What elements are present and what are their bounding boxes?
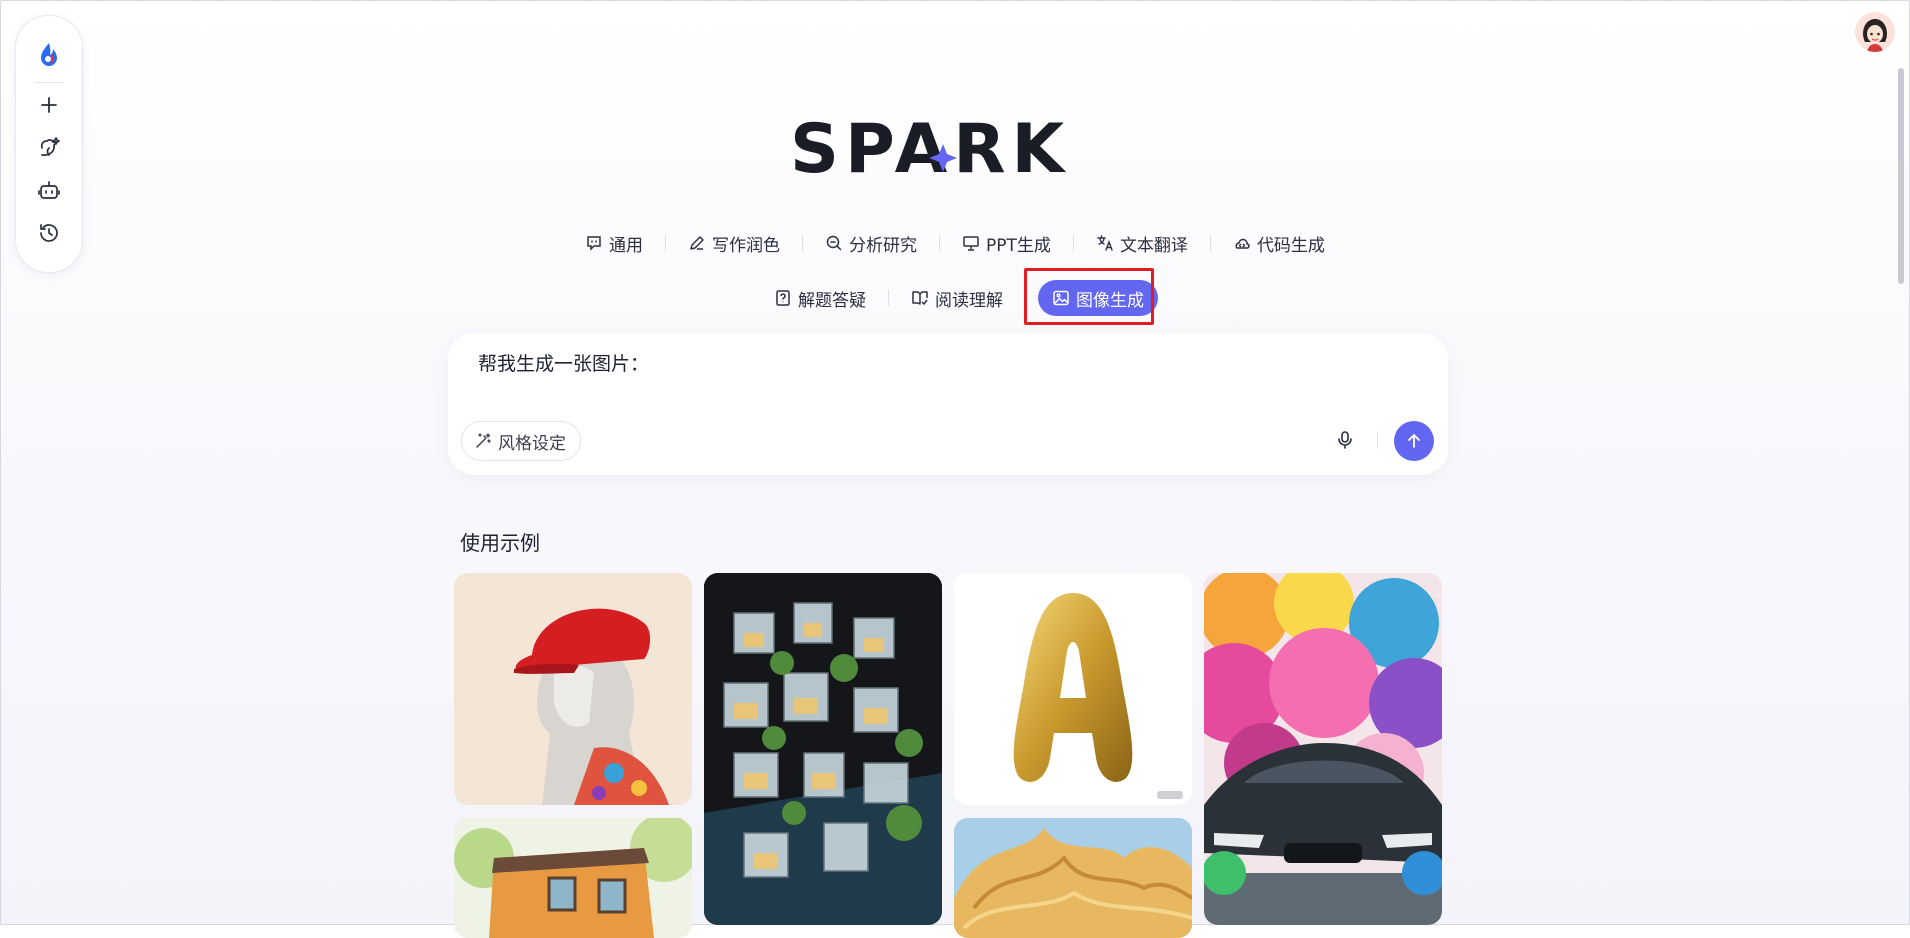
question-icon (776, 290, 790, 306)
sports-car-color-smoke-image[interactable] (1204, 573, 1442, 925)
svg-text:SPARK: SPARK (790, 112, 1070, 182)
book-icon (912, 291, 928, 305)
tab-label: 分析研究 (849, 235, 918, 256)
mode-tabs-row-2: 解题答疑 阅读理解 图像生成 (0, 280, 1910, 316)
tab-label: 通用 (609, 235, 644, 256)
tab-label: PPT生成 (986, 235, 1051, 256)
tab-label: 文本翻译 (1119, 235, 1188, 256)
tab-divider (1025, 290, 1026, 306)
mode-tabs-row-1: 通用 写作润色 分析研究 PPT生成 文本翻译 代码生成 (0, 225, 1910, 261)
presentation-icon (963, 236, 979, 251)
send-button[interactable] (1394, 421, 1434, 461)
arrow-up-icon (1408, 434, 1420, 448)
glass-miniature-town-image[interactable] (704, 573, 942, 925)
translate-icon (1097, 235, 1113, 251)
chat-bubble-icon (587, 236, 601, 251)
voice-input-button[interactable] (1332, 427, 1358, 453)
magic-wand-icon (476, 433, 491, 448)
tab-ppt[interactable]: PPT生成 (940, 225, 1073, 261)
prompt-input-card: 帮我生成一张图片： 风格设定 (448, 333, 1448, 475)
code-icon (1235, 238, 1250, 249)
watercolor-house-image[interactable] (454, 818, 692, 938)
statue-red-cap-image[interactable] (454, 573, 692, 805)
tab-label: 写作润色 (712, 235, 781, 256)
app-logo-icon[interactable] (33, 38, 65, 70)
tab-image-generation[interactable]: 图像生成 (1038, 280, 1158, 316)
tab-translate[interactable]: 文本翻译 (1074, 225, 1210, 261)
input-divider (1377, 431, 1378, 449)
tab-writing[interactable]: 写作润色 (666, 225, 802, 261)
robot-icon (38, 181, 60, 199)
plus-icon (41, 97, 57, 113)
bird-icon (40, 137, 60, 156)
style-settings-button[interactable]: 风格设定 (461, 421, 581, 461)
prompt-input[interactable]: 帮我生成一张图片： (478, 349, 649, 376)
tab-label: 解题答疑 (798, 290, 866, 311)
pen-icon (690, 236, 704, 250)
golden-balloon-letter-a-image[interactable] (954, 573, 1192, 805)
tab-label: 阅读理解 (935, 290, 1003, 311)
tab-reading[interactable]: 阅读理解 (889, 280, 1025, 316)
image-icon (1053, 290, 1069, 306)
tab-research[interactable]: 分析研究 (803, 225, 939, 261)
examples-title: 使用示例 (460, 531, 540, 555)
tab-label: 图像生成 (1076, 290, 1144, 311)
new-chat-button[interactable] (33, 89, 65, 121)
magnifier-icon (826, 235, 842, 251)
tab-code[interactable]: 代码生成 (1211, 225, 1347, 261)
tab-qa[interactable]: 解题答疑 (752, 280, 888, 316)
user-avatar[interactable] (1855, 12, 1895, 52)
bot-button[interactable] (33, 174, 65, 206)
tab-general[interactable]: 通用 (563, 225, 665, 261)
microphone-icon (1338, 431, 1352, 449)
golden-hair-image[interactable] (954, 818, 1192, 938)
style-settings-label: 风格设定 (498, 433, 566, 454)
agent-button[interactable] (33, 131, 65, 163)
rail-divider (34, 82, 64, 83)
spark-logo: SPARK (790, 110, 1105, 189)
tab-label: 代码生成 (1256, 235, 1325, 256)
